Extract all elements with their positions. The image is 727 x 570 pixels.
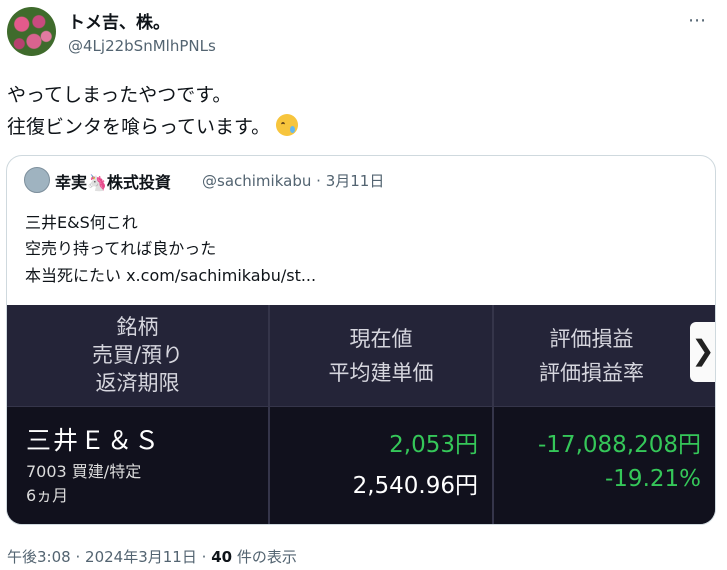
quote-attached-image[interactable]: 銘柄 売買/預り 返済期限 現在値 平均建単価 評価損益 評価損益率 ❯ 三井Ｅ… (7, 305, 715, 524)
stock-term: 6ヵ月 (26, 486, 69, 505)
quote-avatar[interactable] (24, 167, 50, 193)
avg-price-value: 2,540.96円 (352, 473, 478, 499)
tweet-time[interactable]: 午後3:08 (7, 548, 71, 566)
pnl-value: -17,088,208円 (538, 432, 701, 458)
column-divider (268, 305, 270, 524)
header-trade-label: 売買/預り (91, 343, 184, 367)
quote-handle[interactable]: @sachimikabu (202, 172, 311, 190)
more-options-icon[interactable]: ⋯ (688, 10, 707, 31)
quote-meta: @sachimikabu · 3月11日 (202, 170, 384, 191)
avatar[interactable] (7, 7, 56, 56)
row-cell-pnl: -17,088,208円 -19.21% (494, 407, 715, 524)
header-avg-price-label: 平均建単価 (328, 361, 434, 385)
stock-code-type: 7003 買建/特定 (26, 462, 142, 481)
stock-name: 三井Ｅ＆Ｓ (26, 426, 162, 455)
header-pnl-rate-label: 評価損益率 (539, 361, 644, 385)
views-label: 件の表示 (236, 548, 297, 566)
quote-text-line-1: 三井E&S何これ (25, 213, 138, 232)
pnl-rate-value: -19.21% (605, 466, 701, 492)
footer-separator: · (75, 548, 81, 566)
row-divider (7, 406, 715, 407)
quote-text-line-3: 本当死にたい x.com/sachimikabu/st... (25, 266, 317, 285)
header-cell-stock: 銘柄 売買/預り 返済期限 (7, 305, 268, 406)
tweet-text-line-1: やってしまったやつです。 (7, 84, 232, 106)
display-name[interactable]: トメ吉、株。 (68, 8, 170, 33)
column-divider (492, 305, 494, 524)
row-cell-stock: 三井Ｅ＆Ｓ 7003 買建/特定 6ヵ月 (7, 407, 268, 524)
header-current-price-label: 現在値 (349, 327, 413, 351)
chevron-right-icon[interactable]: ❯ (690, 322, 715, 382)
footer-separator: · (201, 548, 207, 566)
user-handle[interactable]: @4Lj22bSnMlhPNLs (68, 37, 216, 55)
quote-display-name[interactable]: 幸実🦄株式投資 (55, 169, 171, 193)
header-stock-label: 銘柄 (116, 315, 159, 339)
header-pnl-label: 評価損益 (549, 327, 634, 351)
views-count: 40 (211, 548, 233, 566)
header-term-label: 返済期限 (95, 371, 180, 395)
quote-date[interactable]: 3月11日 (326, 172, 385, 190)
header-cell-price: 現在値 平均建単価 (270, 305, 492, 406)
current-price-value: 2,053円 (389, 432, 478, 458)
header-cell-pnl: 評価損益 評価損益率 (494, 305, 715, 406)
tweet-date[interactable]: 2024年3月11日 (85, 548, 197, 566)
tweet-footer: 午後3:08 · 2024年3月11日 · 40 件の表示 (7, 546, 297, 567)
row-cell-price: 2,053円 2,540.96円 (270, 407, 492, 524)
tweet-text-line-2-text: 往復ビンタを喰らっています。 (7, 116, 271, 138)
quote-text-line-2: 空売り持ってれば良かった (25, 239, 217, 258)
tweet-text-line-2: 往復ビンタを喰らっています。 (7, 112, 299, 139)
quoted-tweet-card[interactable]: 幸実🦄株式投資 @sachimikabu · 3月11日 三井E&S何これ 空売… (6, 155, 716, 525)
quote-separator: · (316, 172, 321, 190)
crying-face-emoji-icon (276, 114, 299, 136)
